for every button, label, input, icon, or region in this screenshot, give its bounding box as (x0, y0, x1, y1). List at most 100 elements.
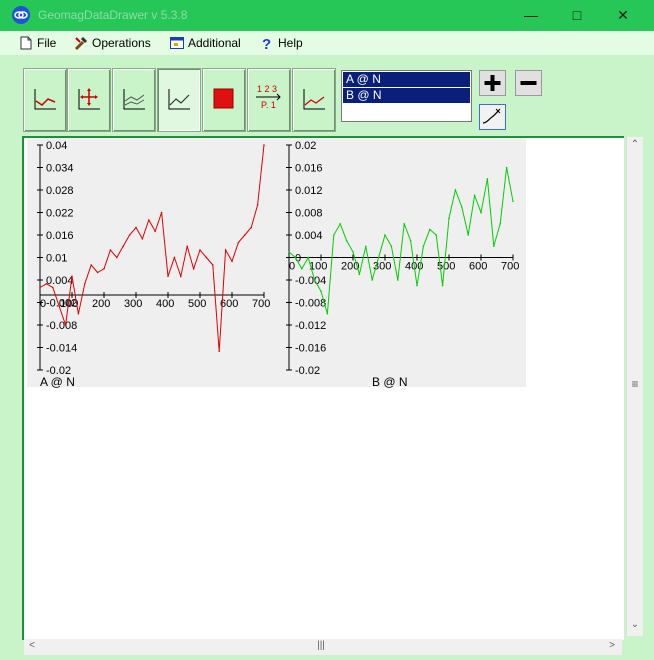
scroll-down-icon[interactable]: ⌄ (629, 619, 641, 630)
chart-a-data-point (52, 286, 54, 289)
chart-b-ytick-label: 0.016 (295, 163, 323, 175)
chart-a-data-point (218, 350, 220, 353)
plot-workspace[interactable]: A @ N 0.04 0.034 0.028 0.022 0.016 0.01 0.004 -… (22, 136, 624, 640)
chart-a-data-point (173, 256, 176, 259)
chart-b-data-point (441, 284, 444, 287)
chart-b-ytick-label: -0.02 (295, 365, 320, 377)
chart-b-data-point (339, 222, 342, 225)
chart-b-xtick-label: 700 (501, 261, 519, 273)
chart-a-xtick-label: 400 (156, 298, 174, 310)
chart-a-data-point (116, 256, 118, 259)
chart-b-data-point (352, 251, 354, 253)
chart-b-data-point (358, 273, 361, 276)
chart-a-data-point (148, 219, 150, 221)
chart-a-data-point (192, 267, 195, 270)
chart-a-ytick-label: -0.02 (46, 365, 71, 377)
chart-a-data-point (71, 275, 73, 278)
chart-a-data-point (250, 226, 252, 229)
chart-a-ytick-label: 0.028 (46, 185, 74, 197)
chart-a-data-point (237, 241, 240, 244)
chart-a-ytick-label: -0.008 (46, 320, 77, 332)
chart-a-data-point (167, 275, 169, 278)
chart-b-data-point (448, 217, 450, 219)
scroll-grip-icon[interactable]: ≡ (629, 377, 641, 391)
chart-b-data-point (435, 234, 438, 236)
chart-b-data-point (454, 189, 457, 191)
chart-b-data-point (365, 245, 367, 248)
chart-a-data-point (212, 264, 214, 266)
chart-b-data-point (499, 222, 502, 225)
chart-a-xtick-label: 300 (124, 298, 142, 310)
chart-a-data-point (64, 324, 67, 326)
chart-b-data-point (397, 279, 399, 281)
chart-a-xtick-label: 500 (188, 298, 206, 310)
chart-a-ytick-label: 0.04 (46, 140, 67, 152)
chart-b-data-point (403, 222, 406, 225)
chart-b-ytick-label: 0.012 (295, 185, 323, 197)
chart-a-data-point (141, 237, 144, 240)
chart-a-data-point (84, 282, 86, 285)
close-icon: ✕ (617, 7, 629, 23)
horizontal-scrollbar[interactable]: < ||| > (24, 639, 622, 655)
chart-a-data-point (109, 249, 112, 251)
chart-b-ytick-label: 0.008 (295, 208, 323, 220)
chart-a-data-point (160, 211, 163, 214)
chart-b-data-point (505, 166, 508, 169)
scroll-up-icon[interactable]: ⌃ (629, 139, 641, 150)
chart-a-data-point (199, 249, 201, 251)
vertical-scrollbar[interactable]: ⌃ ≡ ⌄ (626, 137, 643, 636)
scroll-right-icon[interactable]: > (606, 640, 618, 651)
chart-b-data-point (307, 256, 310, 259)
chart-a-ytick-label: 0.016 (46, 230, 74, 242)
chart-b-xtick-label: 0 (289, 261, 295, 273)
scroll-left-icon[interactable]: < (26, 640, 38, 651)
chart-b-ytick-label: -0.008 (295, 298, 326, 310)
chart-b-ytick-label: -0.004 (295, 275, 326, 287)
chart-a-xtick-label: 0 (40, 298, 46, 310)
chart-a-data-point (224, 249, 227, 251)
chart-a-ytick-label: -0.014 (46, 343, 77, 355)
chart-a-xtick-label: 200 (92, 298, 110, 310)
chart-b-ytick-label: -0.016 (295, 343, 326, 355)
chart-a-data-point (122, 245, 124, 248)
chart-b-data-point (429, 228, 431, 231)
chart-b-label: B @ N (372, 375, 408, 389)
chart-b-data-point (390, 245, 393, 248)
chart-a-data-point (39, 286, 41, 289)
chart-b-data-point (467, 234, 470, 236)
chart-b-data-point (345, 239, 348, 242)
chart-a-data-point (256, 204, 259, 206)
chart-b-data-point (473, 194, 476, 197)
chart-b-xtick-label: 200 (341, 261, 359, 273)
chart-b-data-point (422, 245, 425, 248)
close-button[interactable]: ✕ (600, 0, 646, 31)
chart-a-data-point (154, 230, 156, 233)
chart-a-data-point (58, 305, 60, 308)
chart-a-ytick-label: 0.01 (46, 253, 67, 265)
chart-b-data-point (416, 284, 418, 287)
chart-b-data-point (409, 239, 412, 242)
chart-b-data-point (294, 256, 297, 259)
chart-b-data-point (371, 279, 374, 281)
chart-a-data-point (180, 275, 182, 278)
chart-b-data-point (480, 211, 482, 214)
chart-a-data-point (103, 267, 105, 270)
chart-b-data-point (384, 234, 386, 236)
scroll-hgrip-icon[interactable]: ||| (314, 640, 328, 651)
chart-b-data-point (320, 290, 322, 293)
chart-a-ytick-label: 0.022 (46, 208, 74, 220)
chart-b-ytick-label: 0.02 (295, 140, 316, 152)
chart-b-data-point (313, 279, 316, 281)
chart-a-data-point (90, 264, 92, 266)
chart-a-data-point (135, 226, 137, 229)
chart-a-ytick-label: 0.034 (46, 163, 74, 175)
chart-a-data-point (45, 282, 48, 285)
chart-b-data-point (486, 177, 489, 180)
chart-a-data-point (244, 234, 246, 236)
chart-a-data-point (186, 245, 188, 248)
chart-a-xtick-label: 700 (252, 298, 270, 310)
chart-a-data-point (128, 234, 131, 236)
chart-b-data-point (493, 245, 495, 248)
maximize-icon: □ (572, 7, 582, 23)
chart-a-data-point (205, 256, 208, 259)
